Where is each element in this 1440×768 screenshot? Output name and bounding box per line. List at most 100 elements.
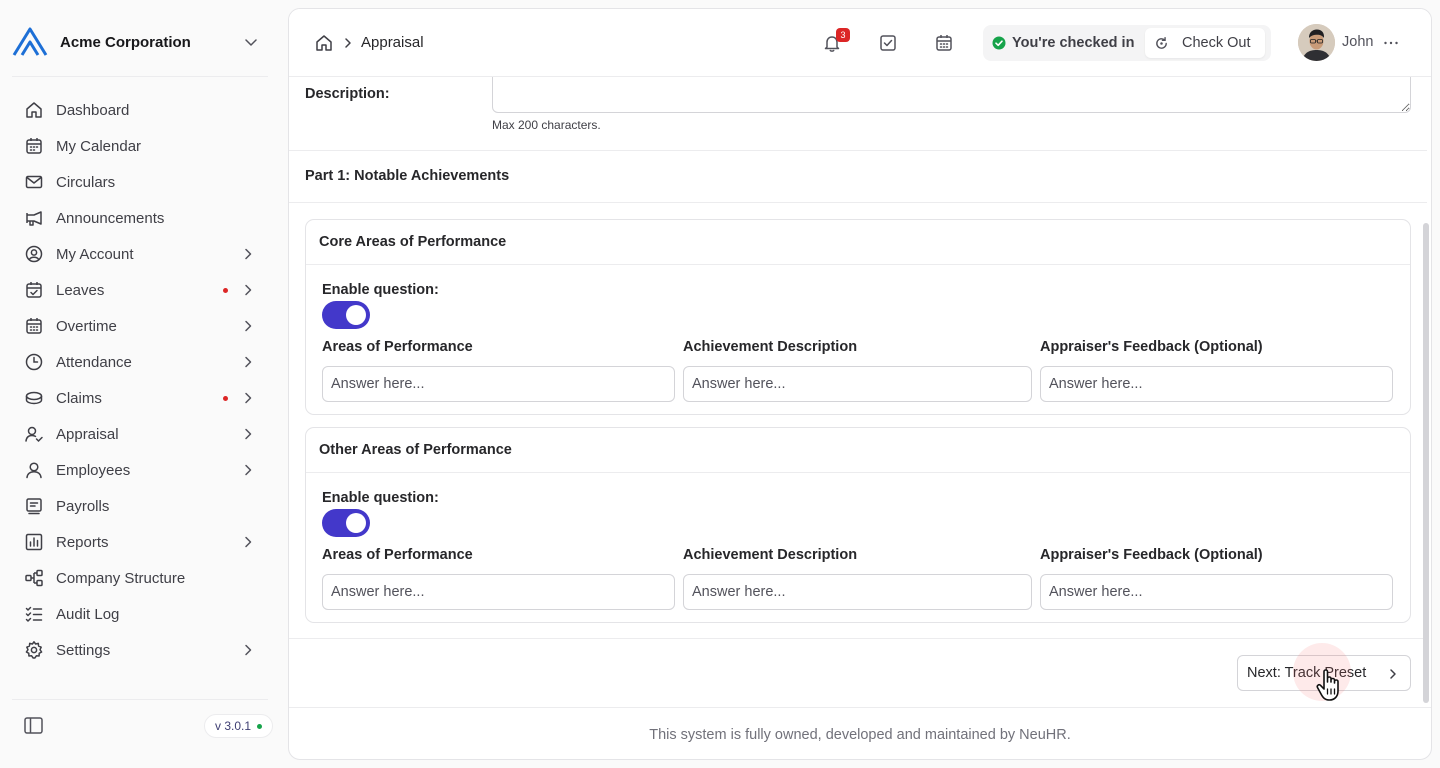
sidebar: Acme Corporation Dashboard My Calendar C… [0,0,280,768]
sidebar-item-claims[interactable]: Claims [12,380,268,416]
sidebar-item-payrolls[interactable]: Payrolls [12,488,268,524]
chevron-right-icon [245,428,252,440]
sidebar-item-announcements[interactable]: Announcements [12,200,268,236]
sidebar-item-circulars[interactable]: Circulars [12,164,268,200]
chevron-right-icon [245,356,252,368]
chevron-right-icon [245,392,252,404]
sidebar-item-label: My Account [56,245,134,263]
enable-question-toggle[interactable] [322,301,370,329]
achievement-description-input[interactable] [683,366,1032,402]
appraiser-feedback-input[interactable] [1040,366,1393,402]
sidebar-item-my-calendar[interactable]: My Calendar [12,128,268,164]
avatar[interactable] [1298,24,1335,61]
toggle-knob [346,513,366,533]
appraiser-feedback-input[interactable] [1040,574,1393,610]
sidebar-item-appraisal[interactable]: Appraisal [12,416,268,452]
calendar-icon[interactable] [934,33,954,53]
hand-cursor-icon [1316,669,1339,701]
home-icon[interactable] [314,33,334,53]
chevron-right-icon [245,644,252,656]
column-label: Achievement Description [683,547,858,563]
megaphone-icon [24,208,44,228]
task-check-icon[interactable] [878,33,898,53]
coins-icon [24,388,44,408]
chevron-right-icon [245,284,252,296]
sidebar-item-label: Employees [56,461,131,479]
check-out-button[interactable]: Check Out [1145,28,1265,58]
check-circle-icon [992,36,1006,50]
receipt-icon [24,496,44,516]
sidebar-item-label: Dashboard [56,101,130,119]
toggle-knob [346,305,366,325]
section-divider [289,202,1427,203]
sidebar-item-label: My Calendar [56,137,142,155]
sidebar-item-my-account[interactable]: My Account [12,236,268,272]
enable-question-label: Enable question: [322,490,439,506]
sidebar-item-label: Audit Log [56,605,120,623]
column-label: Appraiser's Feedback (Optional) [1040,547,1263,563]
sidebar-item-dashboard[interactable]: Dashboard [12,92,268,128]
enable-question-toggle[interactable] [322,509,370,537]
chart-icon [24,532,44,552]
section-divider [289,638,1427,639]
sidebar-item-overtime[interactable]: Overtime [12,308,268,344]
home-icon [24,100,44,120]
section-divider [289,150,1427,151]
user-circle-icon [24,244,44,264]
question-card-core: Core Areas of Performance Enable questio… [305,219,1411,415]
sidebar-item-leaves[interactable]: Leaves [12,272,268,308]
column-label: Achievement Description [683,339,858,355]
check-out-label: Check Out [1182,35,1251,51]
sidebar-item-label: Leaves [56,281,105,299]
more-icon[interactable] [1382,34,1400,52]
clock-icon [24,352,44,372]
footer: This system is fully owned, developed an… [289,707,1431,759]
sidebar-toggle-icon[interactable] [22,715,46,737]
notification-count-badge: 3 [836,28,850,42]
checkin-status: You're checked in Check Out [983,25,1271,61]
company-logo-icon [12,27,48,56]
sidebar-divider [12,76,268,77]
sidebar-item-reports[interactable]: Reports [12,524,268,560]
sidebar-item-label: Claims [56,389,102,407]
calendar-icon [24,136,44,156]
gear-icon [24,640,44,660]
enable-question-label: Enable question: [322,282,439,298]
top-bar: Appraisal 3 You're checked in Check Out [289,9,1431,77]
sidebar-item-employees[interactable]: Employees [12,452,268,488]
chevron-right-icon [245,536,252,548]
user-icon [24,460,44,480]
sidebar-item-label: Attendance [56,353,132,371]
calendar-check-icon [24,280,44,300]
areas-of-performance-input[interactable] [322,366,675,402]
description-hint: Max 200 characters. [492,118,601,132]
column-label: Areas of Performance [322,339,473,355]
hierarchy-icon [24,568,44,588]
status-dot [257,723,263,729]
mail-icon [24,172,44,192]
version-badge: v 3.0.1 [204,714,274,738]
sidebar-item-label: Announcements [56,209,165,227]
column-label: Appraiser's Feedback (Optional) [1040,339,1263,355]
sidebar-item-company-structure[interactable]: Company Structure [12,560,268,596]
sidebar-item-settings[interactable]: Settings [12,632,268,668]
sidebar-item-label: Circulars [56,173,116,191]
breadcrumb-current[interactable]: Appraisal [361,34,424,51]
areas-of-performance-input[interactable] [322,574,675,610]
chevron-down-icon[interactable] [242,33,260,51]
user-name[interactable]: John [1342,34,1373,50]
chevron-right-icon [1390,669,1396,679]
scrollbar[interactable] [1423,223,1429,703]
description-label: Description: [305,86,390,102]
version-label: v 3.0.1 [215,719,252,733]
column-label: Areas of Performance [322,547,473,563]
company-switcher[interactable]: Acme Corporation [12,26,264,58]
notification-dot [223,396,228,401]
sidebar-nav: Dashboard My Calendar Circulars Announce… [12,92,268,668]
sidebar-divider [12,699,268,700]
card-title: Core Areas of Performance [319,234,507,250]
sidebar-item-attendance[interactable]: Attendance [12,344,268,380]
achievement-description-input[interactable] [683,574,1032,610]
card-title: Other Areas of Performance [319,442,512,458]
sidebar-item-audit-log[interactable]: Audit Log [12,596,268,632]
